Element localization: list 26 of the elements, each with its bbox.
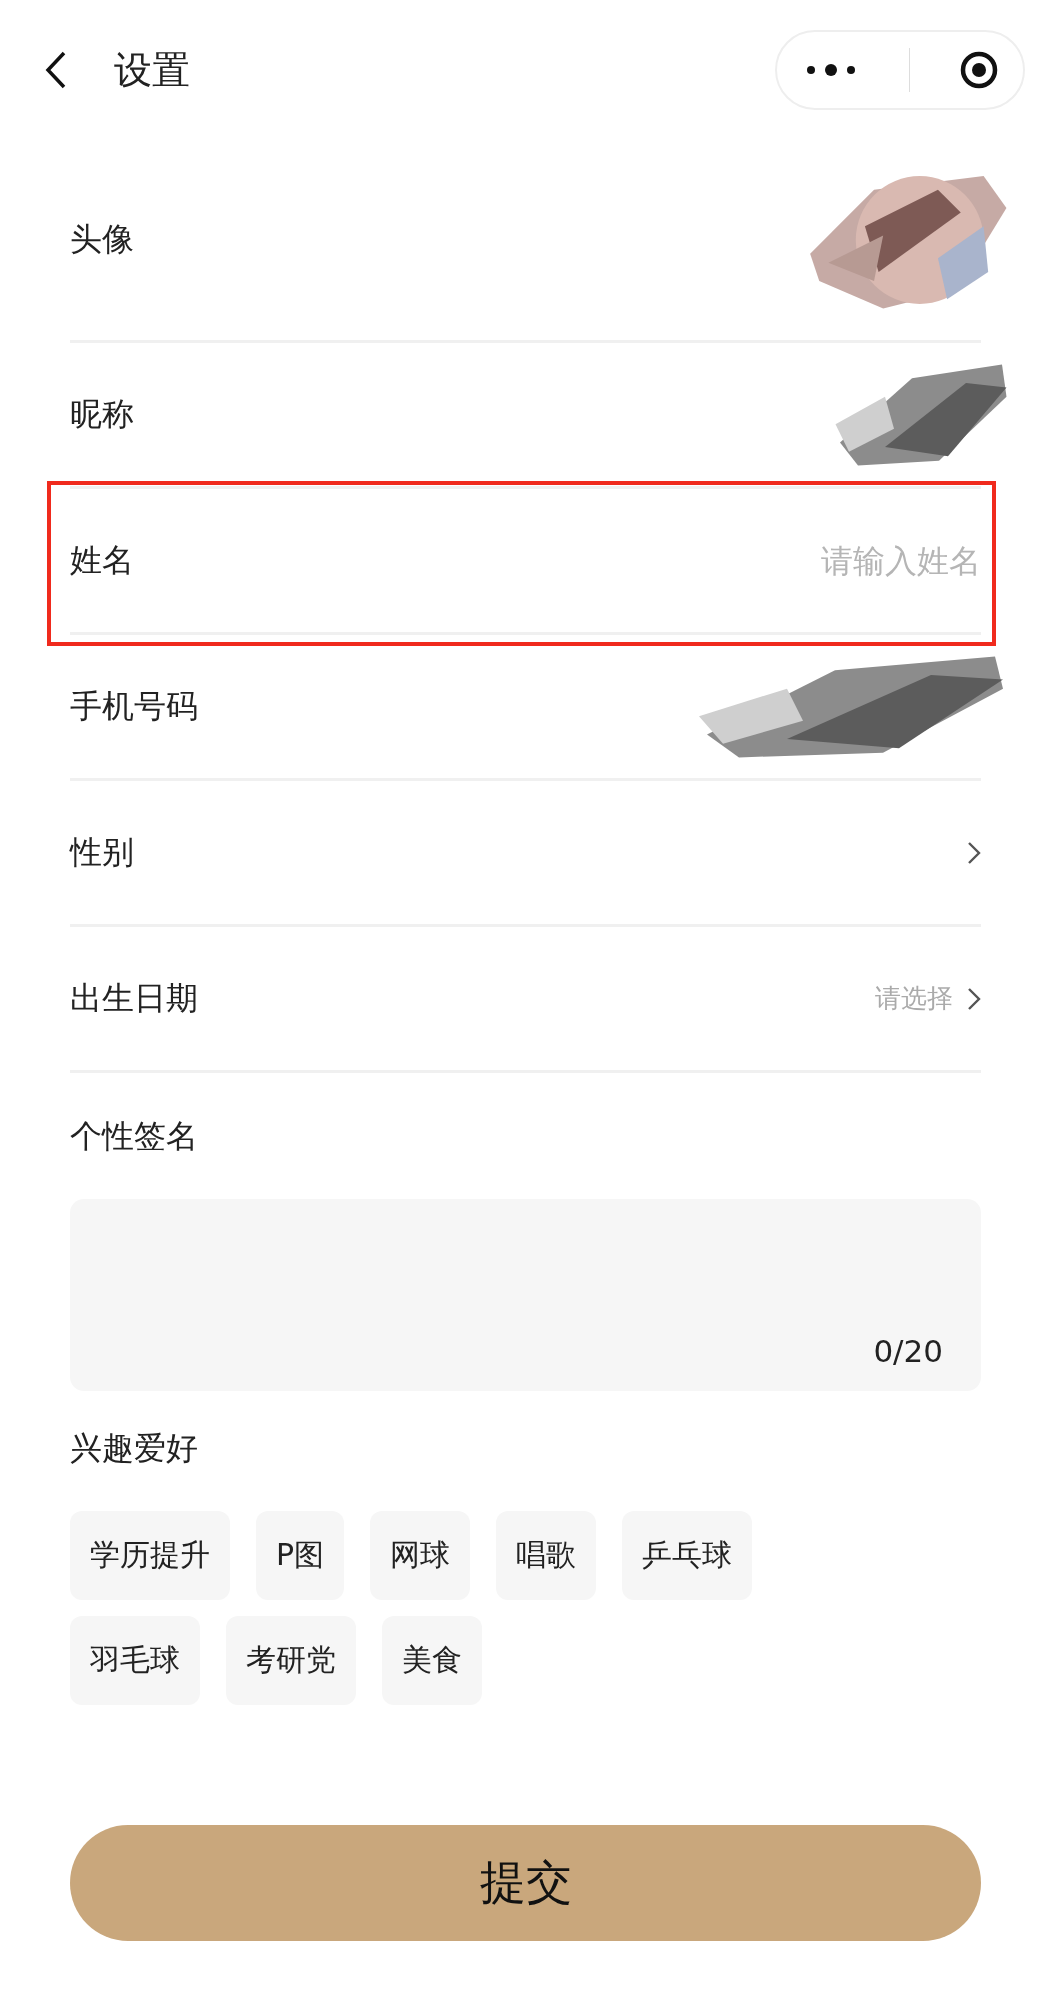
field-label: 手机号码 (70, 685, 198, 727)
chevron-right-icon[interactable] (967, 840, 981, 865)
hobby-tag[interactable]: 网球 (370, 1511, 471, 1600)
hobby-tag[interactable]: 唱歌 (496, 1511, 597, 1600)
field-label: 性别 (70, 831, 134, 873)
select-hint: 请选择 (875, 982, 953, 1015)
hobby-tag[interactable]: 考研党 (226, 1616, 356, 1705)
hobby-tag[interactable]: 羽毛球 (70, 1616, 200, 1705)
hobby-tag[interactable]: P图 (256, 1511, 345, 1600)
chevron-right-icon[interactable] (967, 986, 981, 1011)
field-label: 姓名 (70, 539, 134, 581)
field-label: 个性签名 (70, 1116, 199, 1157)
submit-button[interactable]: 提交 (70, 1825, 981, 1941)
hobby-tag[interactable]: 美食 (382, 1616, 482, 1705)
field-label: 昵称 (70, 393, 134, 435)
close-icon[interactable] (958, 50, 999, 90)
char-counter: 0/20 (873, 1333, 943, 1369)
field-label: 出生日期 (70, 977, 198, 1019)
hobby-tag[interactable]: 乒乓球 (622, 1511, 753, 1600)
page-title: 设置 (114, 46, 190, 94)
field-label: 头像 (70, 219, 134, 260)
signature-field[interactable]: 0/20 (70, 1199, 981, 1391)
field-label: 兴趣爱好 (70, 1428, 199, 1469)
name-input[interactable]: 请输入姓名 (681, 541, 981, 580)
back-icon[interactable] (44, 50, 68, 90)
hobby-tag[interactable]: 学历提升 (70, 1511, 230, 1600)
